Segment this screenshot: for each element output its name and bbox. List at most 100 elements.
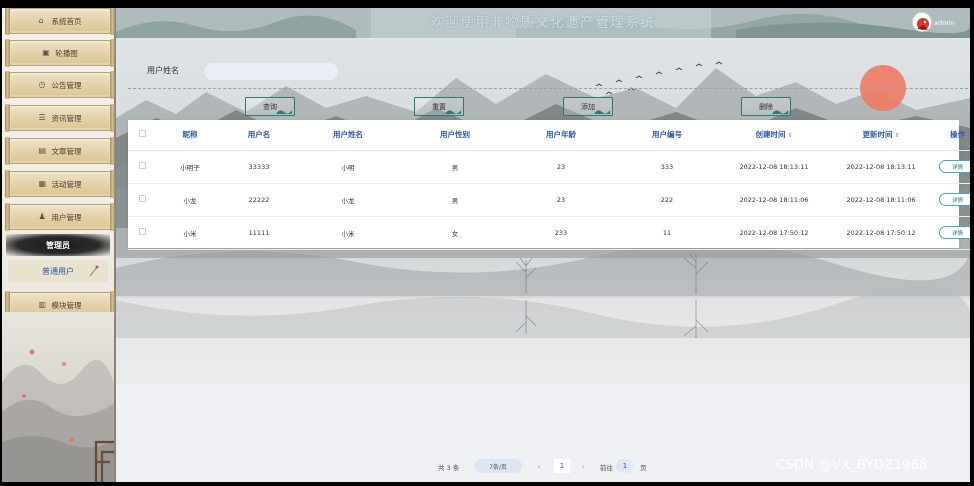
news-icon: ☰ (38, 113, 46, 122)
goto-suffix: 页 (640, 464, 647, 472)
main-content: 用户姓名 查询 重置 添加 删除 昵称 用户名 用户姓名 用户性别 用户年龄 用… (116, 38, 970, 384)
table-cell: 小米 (294, 216, 402, 250)
sort-icon[interactable]: ⇕ (894, 132, 899, 139)
sort-icon[interactable]: ⇕ (787, 132, 792, 139)
table-cell: 333 (614, 150, 720, 184)
sidebar: ⌂ 系统首页 ▣ 轮播图 ◷ 公告管理 ☰ 资讯管理 ▤ 文章管理 ▦ 活动管理… (2, 8, 116, 482)
page-size-select[interactable]: 7条/页 (474, 459, 522, 473)
table-cell: 23 (508, 183, 614, 217)
sidebar-subitem-label: 普通用户 (42, 266, 74, 276)
user-icon: ♟ (38, 212, 46, 221)
table-row: 小明子 33333 小明 男 23 333 2022-12-08 18:13:1… (128, 150, 970, 184)
detail-button[interactable]: 详情 (938, 193, 970, 206)
query-button-label: 查询 (263, 102, 277, 111)
reset-button[interactable]: 重置 (414, 97, 464, 116)
table-cell: 小明子 (156, 150, 224, 184)
table-cell: 2022-12-08 18:13:11 (828, 150, 934, 184)
table-cell-actions: 详情 (934, 183, 970, 217)
sidebar-group-admin[interactable]: 管理员 (6, 234, 110, 256)
avatar[interactable] (912, 12, 932, 32)
sidebar-item-label: 系统首页 (51, 16, 82, 26)
column-header: 用户名 (224, 120, 294, 151)
table-cell: 2022-12-08 18:11:06 (720, 183, 828, 217)
table-cell: 222 (614, 183, 720, 217)
sidebar-ink-landscape (2, 312, 114, 482)
table-cell: 女 (402, 216, 508, 250)
sidebar-item-label: 公告管理 (51, 80, 82, 90)
table-cell: 33333 (224, 150, 294, 184)
table-header-row: 昵称 用户名 用户姓名 用户性别 用户年龄 用户编号 创建时间 ⇕ 更新时间 ⇕ 操… (128, 120, 970, 151)
wave-icon (594, 110, 610, 114)
table-cell: 男 (402, 150, 508, 184)
sidebar-subitem-normal-user[interactable]: 普通用户 (8, 260, 108, 282)
user-table: 昵称 用户名 用户姓名 用户性别 用户年龄 用户编号 创建时间 ⇕ 更新时间 ⇕ 操… (128, 120, 970, 250)
app-frame: ⌂ 系统首页 ▣ 轮播图 ◷ 公告管理 ☰ 资讯管理 ▤ 文章管理 ▦ 活动管理… (2, 8, 970, 482)
page-title: 欢迎使用非物质文化遗产管理系统 (430, 15, 655, 31)
table-cell: 11111 (224, 216, 294, 250)
prev-page-icon[interactable]: ‹ (532, 459, 546, 473)
column-header-label: 创建时间 (755, 130, 786, 140)
sidebar-item-label: 模块管理 (51, 300, 82, 310)
sidebar-item-label: 用户管理 (51, 212, 82, 222)
sidebar-item-label: 轮播图 (55, 48, 78, 58)
column-header: 用户姓名 (294, 120, 402, 151)
row-checkbox[interactable] (128, 216, 156, 250)
sidebar-group-label: 管理员 (46, 240, 70, 250)
table-row: 小米 11111 小米 女 233 11 2022-12-08 17:50:12… (128, 216, 970, 250)
add-button[interactable]: 添加 (563, 97, 613, 116)
page-number-current[interactable]: 1 (554, 459, 570, 473)
sidebar-item-users[interactable]: ♟ 用户管理 (5, 203, 115, 231)
table-cell: 11 (614, 216, 720, 250)
sidebar-item-home[interactable]: ⌂ 系统首页 (5, 8, 115, 35)
activity-icon: ▦ (38, 179, 47, 188)
table-cell-actions: 详情 (934, 150, 970, 184)
sidebar-item-activity[interactable]: ▦ 活动管理 (5, 170, 115, 198)
article-icon: ▤ (38, 146, 47, 155)
search-input[interactable] (204, 63, 338, 80)
delete-button-label: 删除 (759, 102, 773, 111)
goto-label: 前往 (600, 464, 613, 472)
next-page-icon[interactable]: › (576, 459, 590, 473)
column-header: 用户编号 (614, 120, 720, 151)
column-header: 用户性别 (402, 120, 508, 151)
sidebar-item-notice[interactable]: ◷ 公告管理 (5, 71, 115, 99)
sidebar-item-article[interactable]: ▤ 文章管理 (5, 137, 115, 165)
detail-button[interactable]: 详情 (938, 226, 970, 239)
sidebar-item-label: 资讯管理 (51, 113, 82, 123)
wave-icon (276, 110, 292, 114)
sidebar-item-carousel[interactable]: ▣ 轮播图 (5, 39, 115, 67)
column-header-sortable[interactable]: 创建时间 ⇕ (720, 120, 828, 151)
column-header-sortable[interactable]: 更新时间 ⇕ (828, 120, 934, 151)
table-row: 小龙 22222 小龙 男 23 222 2022-12-08 18:11:06… (128, 183, 970, 217)
column-header: 操作 (934, 120, 970, 151)
search-label: 用户姓名 (147, 66, 179, 75)
column-header: 昵称 (156, 120, 224, 151)
detail-button[interactable]: 详情 (938, 160, 970, 173)
goto-page-input[interactable]: 1 (616, 459, 634, 473)
table-cell: 2022-12-08 17:50:12 (720, 216, 828, 250)
delete-button[interactable]: 删除 (741, 97, 791, 116)
pagination-total: 共 3 条 (438, 464, 460, 472)
image-icon: ▣ (42, 48, 50, 57)
wave-icon (772, 110, 788, 114)
query-button[interactable]: 查询 (245, 97, 295, 116)
table-cell: 男 (402, 183, 508, 217)
reset-button-label: 重置 (432, 102, 446, 111)
table-cell: 233 (508, 216, 614, 250)
table-cell-actions: 详情 (934, 216, 970, 250)
table-cell: 23 (508, 150, 614, 184)
current-user-name[interactable]: admin (934, 19, 954, 27)
table-cell: 2022-12-08 18:13:11 (720, 150, 828, 184)
table-cell: 小龙 (294, 183, 402, 217)
wave-icon (445, 110, 461, 114)
scroll-ornament-icon (89, 265, 99, 277)
row-checkbox[interactable] (128, 150, 156, 184)
sidebar-item-label: 文章管理 (51, 146, 82, 156)
home-icon: ⌂ (38, 16, 44, 25)
select-all-checkbox[interactable] (128, 120, 156, 151)
watermark: CSDN @VX_BYDZ1988 (776, 458, 928, 473)
top-header: 欢迎使用非物质文化遗产管理系统 admin (116, 8, 970, 38)
sidebar-item-label: 活动管理 (51, 179, 82, 189)
row-checkbox[interactable] (128, 183, 156, 217)
sidebar-item-news[interactable]: ☰ 资讯管理 (5, 104, 115, 132)
